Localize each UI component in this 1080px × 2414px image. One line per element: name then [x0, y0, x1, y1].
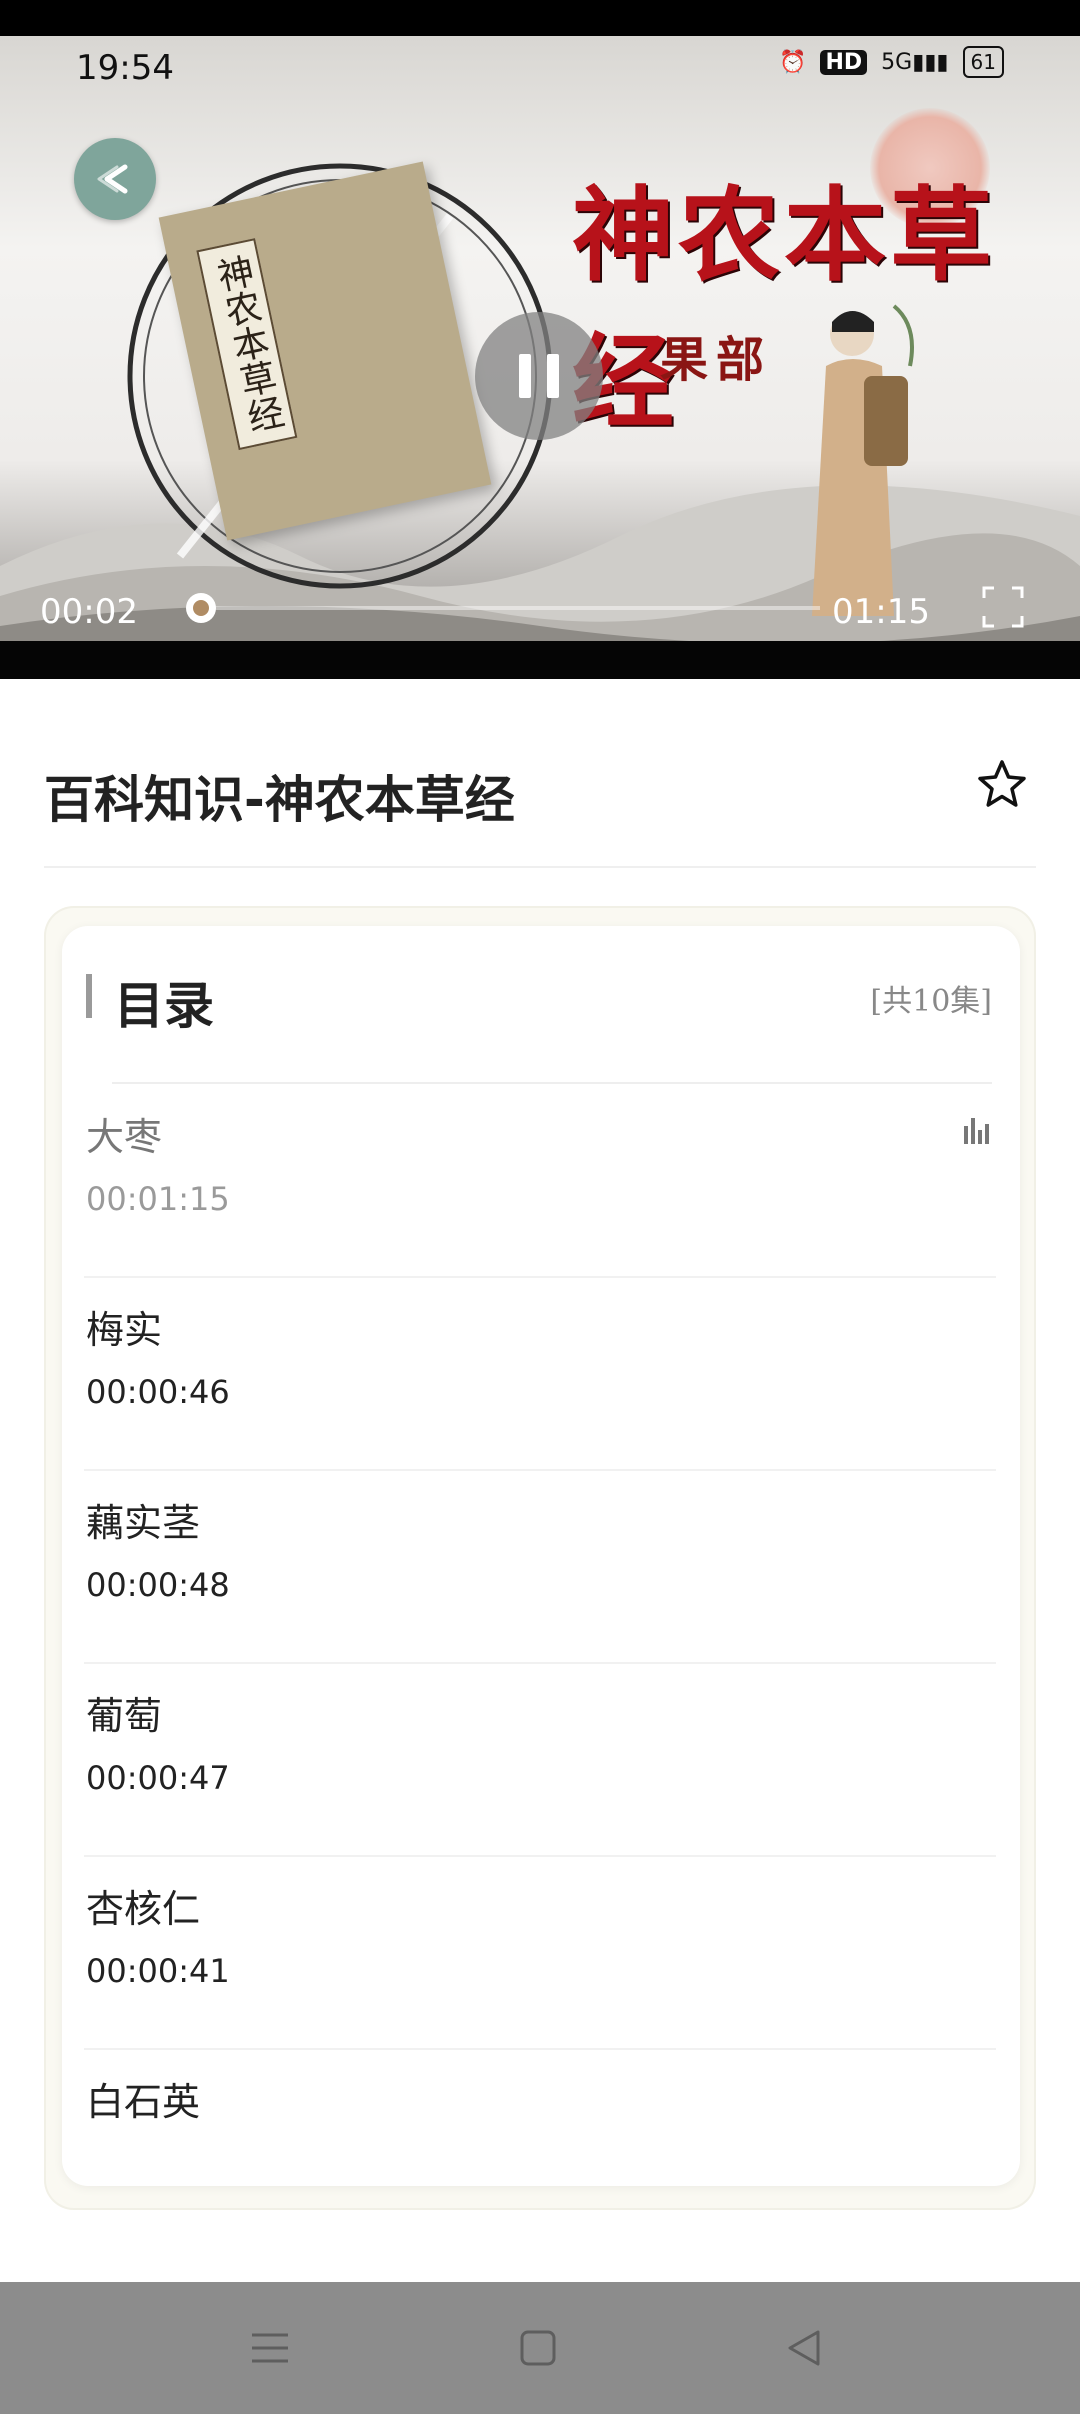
episode-divider [84, 1469, 996, 1471]
episode-name: 大枣 [86, 1115, 163, 1159]
battery-indicator: 61 [962, 46, 1004, 78]
episode-item[interactable]: 梅实 00:00:46 [84, 1279, 996, 1471]
episode-duration: 00:00:47 [86, 1759, 230, 1797]
episode-item[interactable]: 藕实茎 00:00:48 [84, 1472, 996, 1664]
episode-duration: 00:00:46 [86, 1373, 230, 1411]
page-title: 百科知识-神农本草经 [44, 771, 515, 829]
herbalist-figure [812, 304, 914, 616]
home-button[interactable] [510, 2320, 566, 2376]
system-navigation-bar [0, 2282, 1080, 2414]
episode-divider [84, 1855, 996, 1857]
episode-divider [84, 2048, 996, 2050]
hd-badge: HD [820, 49, 868, 75]
menu-button[interactable] [242, 2320, 298, 2376]
video-player[interactable]: 神农本草经 神农本草经 果部 19:54 ⏰ HD 5G▮▮▮ 61 [0, 36, 1080, 641]
episode-count: [共10集] [870, 984, 992, 1019]
equalizer-icon [964, 1118, 989, 1144]
arrow-left-icon [97, 164, 128, 194]
episode-item[interactable]: 大枣 00:01:15 [84, 1086, 996, 1278]
video-bottom-band [0, 641, 1080, 679]
signal-icon: 5G▮▮▮ [881, 49, 949, 75]
book-cover-label: 神农本草经 [196, 238, 298, 451]
catalog-heading-divider [112, 1082, 992, 1084]
pause-button[interactable] [475, 312, 603, 440]
back-triangle-icon [788, 2330, 820, 2366]
nav-back-button[interactable] [776, 2320, 832, 2376]
episode-divider [84, 1276, 996, 1278]
current-time: 00:02 [40, 592, 138, 632]
pause-icon [519, 354, 531, 398]
episode-item[interactable]: 杏核仁 00:00:41 [84, 1858, 996, 2050]
episode-item[interactable]: 白石英 [84, 2051, 996, 2181]
star-icon[interactable] [972, 756, 1032, 816]
status-time: 19:54 [76, 48, 174, 88]
status-icons: ⏰ HD 5G▮▮▮ 61 [779, 46, 1004, 78]
alarm-icon: ⏰ [779, 49, 807, 75]
home-icon [520, 2330, 556, 2366]
episode-duration: 00:00:48 [86, 1566, 230, 1604]
episode-name: 葡萄 [86, 1694, 163, 1738]
episode-name: 杏核仁 [86, 1887, 201, 1931]
total-time: 01:15 [832, 592, 930, 632]
fullscreen-icon[interactable] [980, 584, 1026, 630]
catalog-heading: 目录 [114, 976, 214, 1035]
episode-name: 白石英 [86, 2080, 201, 2124]
catalog-heading-accent [86, 974, 92, 1018]
menu-icon [252, 2333, 288, 2363]
episode-duration: 00:01:15 [86, 1180, 230, 1218]
episode-duration: 00:00:41 [86, 1952, 230, 1990]
back-button[interactable] [74, 138, 156, 220]
episode-item[interactable]: 葡萄 00:00:47 [84, 1665, 996, 1857]
status-strip [0, 0, 1080, 36]
progress-bar[interactable] [200, 606, 820, 610]
episode-name: 梅实 [86, 1308, 163, 1352]
episode-divider [84, 1662, 996, 1664]
title-divider [44, 866, 1036, 868]
episode-name: 藕实茎 [86, 1501, 201, 1545]
video-subheadline: 果部 [660, 332, 773, 388]
progress-thumb[interactable] [186, 593, 216, 623]
